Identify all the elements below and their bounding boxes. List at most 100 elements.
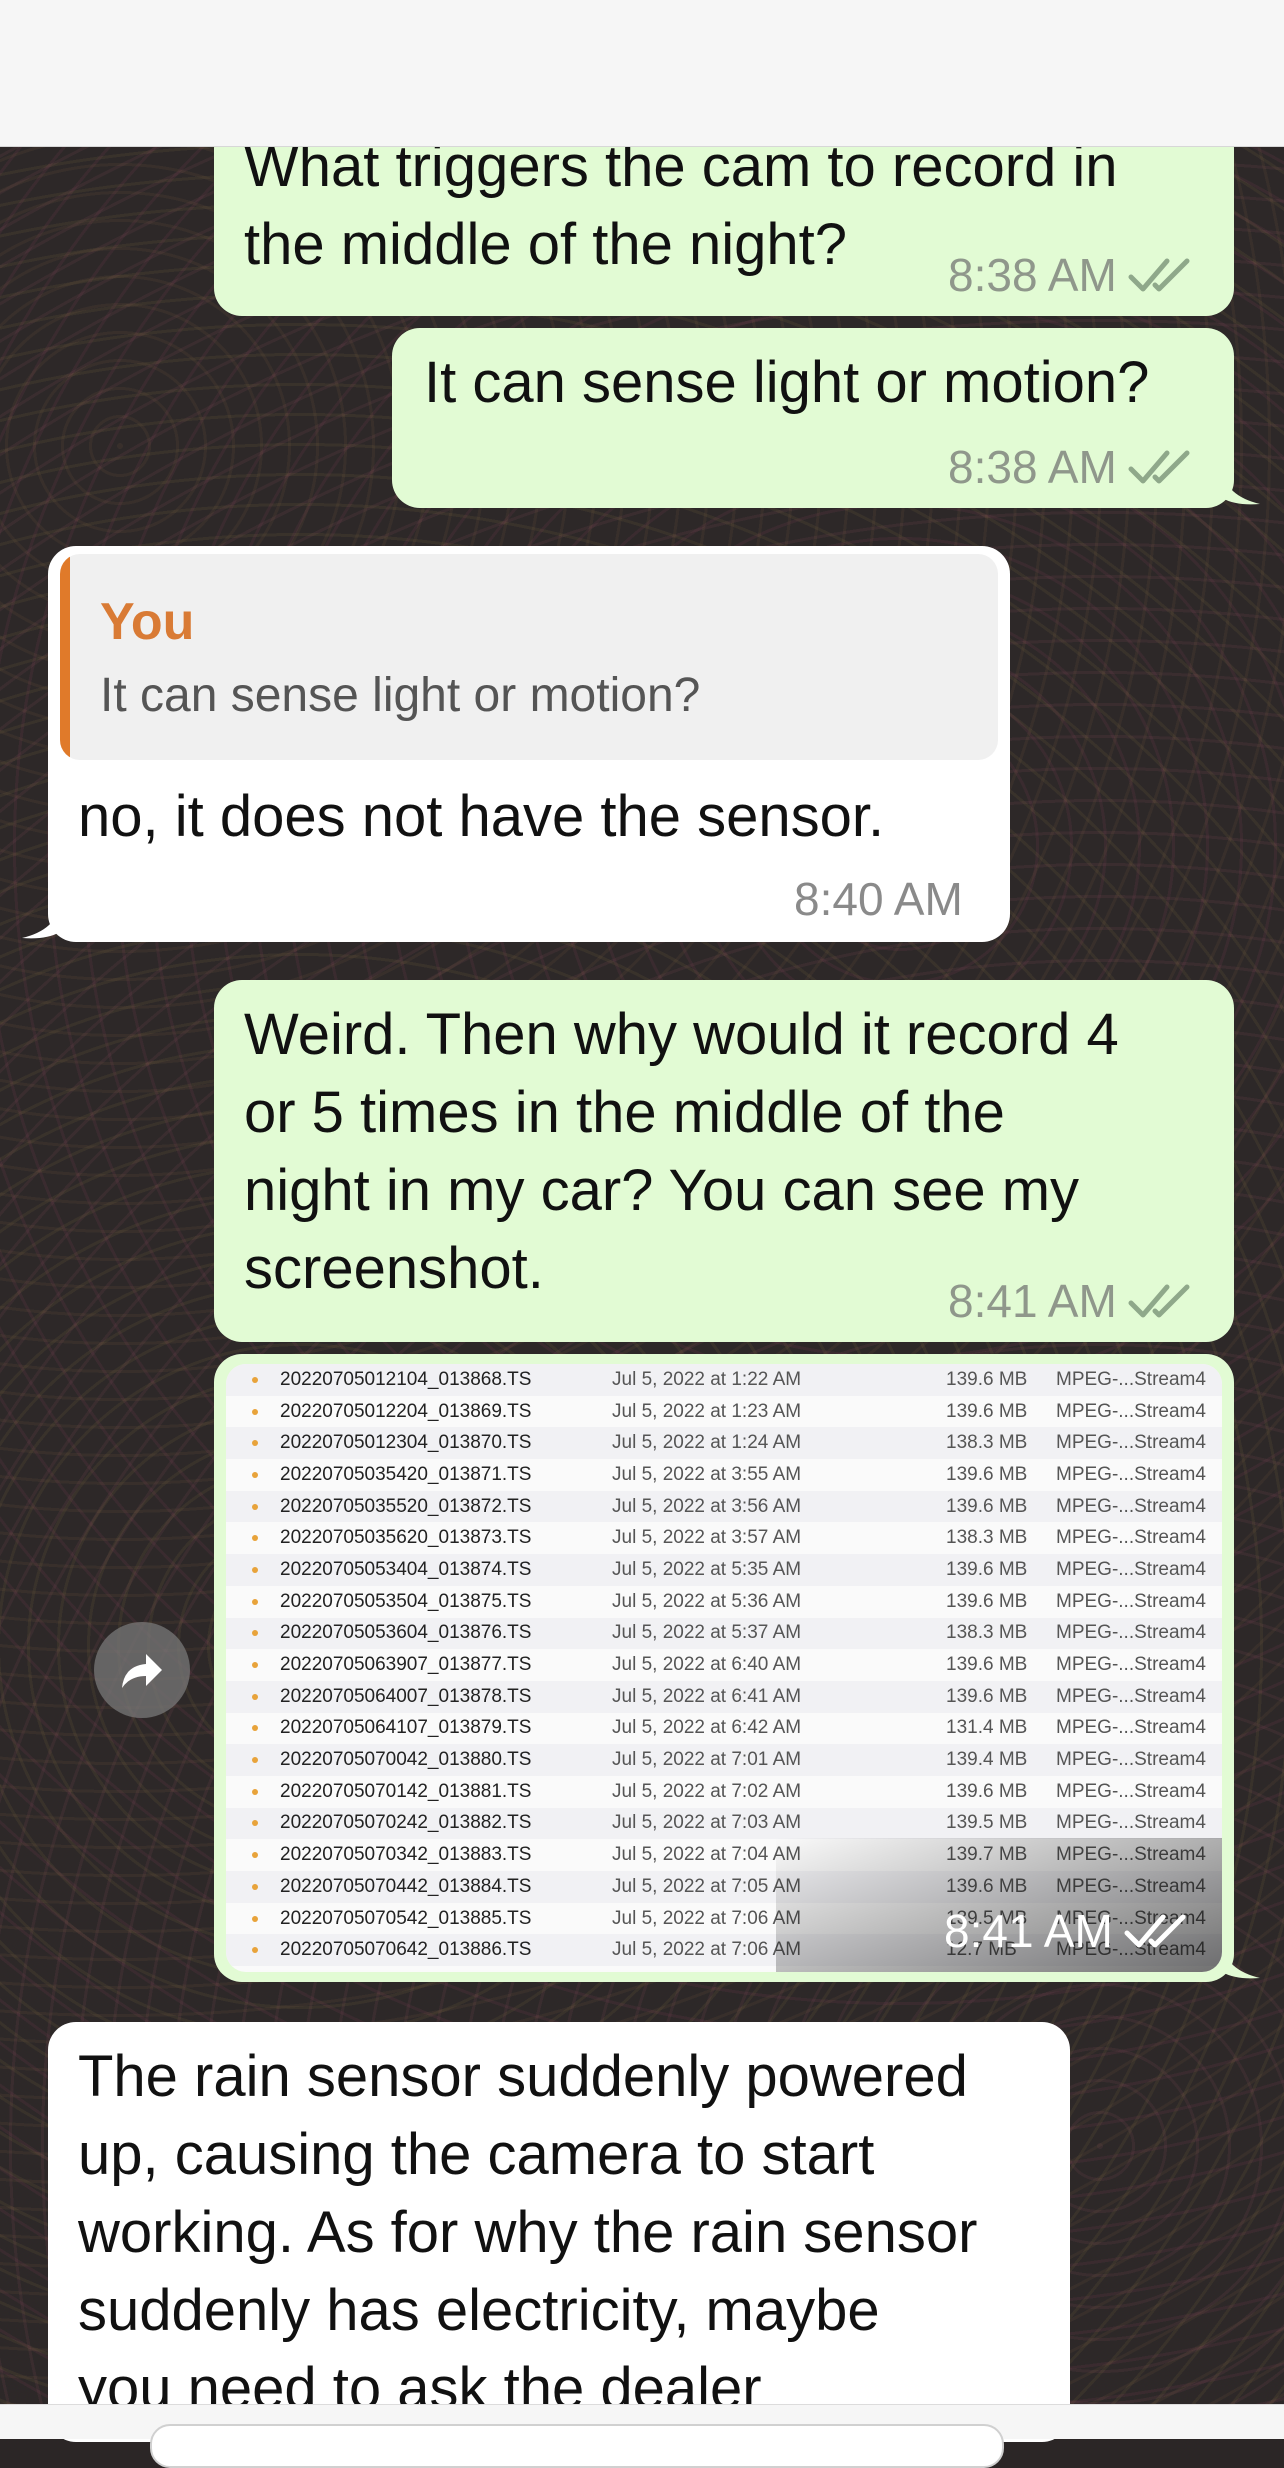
file-dot-icon <box>252 1757 258 1764</box>
file-name: 20220705070242_013882.TS <box>280 1812 532 1834</box>
file-kind: MPEG-...Stream4 <box>1056 1590 1206 1612</box>
file-size: 139.6 MB <box>946 1685 1028 1707</box>
message-text: What triggers the cam to record in <box>244 134 1118 199</box>
file-row: 20220705063907_013877.TS Jul 5, 2022 at 6… <box>226 1649 1222 1681</box>
bubble-tail <box>1222 470 1260 505</box>
file-size: 139.6 MB <box>946 1463 1028 1485</box>
message-meta: 8:38 AM <box>948 440 1197 494</box>
file-size: 138.3 MB <box>946 1527 1028 1549</box>
file-date: Jul 5, 2022 at 1:22 AM <box>612 1368 802 1390</box>
file-size: 139.4 MB <box>946 1749 1028 1771</box>
file-dot-icon <box>252 1630 258 1637</box>
message-text: suddenly has electricity, maybe <box>78 2278 880 2343</box>
file-kind: MPEG-...Stream4 <box>1056 1622 1206 1644</box>
file-dot-icon <box>252 1408 258 1415</box>
message-time: 8:41 AM <box>944 1905 1113 1957</box>
file-kind: MPEG-...Stream4 <box>1056 1749 1206 1771</box>
file-dot-icon <box>252 1662 258 1669</box>
message-meta: 8:40 AM <box>794 872 963 926</box>
file-name: 20220705012204_013869.TS <box>280 1400 532 1422</box>
file-kind: MPEG-...Stream4 <box>1056 1685 1206 1707</box>
file-date: Jul 5, 2022 at 1:24 AM <box>612 1432 802 1454</box>
message-input[interactable] <box>150 2424 1004 2468</box>
file-name: 20220705064007_013878.TS <box>280 1685 532 1707</box>
file-date: Jul 5, 2022 at 5:36 AM <box>612 1590 802 1612</box>
message-text: screenshot. <box>244 1236 544 1301</box>
file-date: Jul 5, 2022 at 3:56 AM <box>612 1495 802 1517</box>
message-text: no, it does not have the sensor. <box>78 784 885 849</box>
file-size: 139.5 MB <box>946 1812 1028 1834</box>
file-name: 20220705035420_013871.TS <box>280 1463 532 1485</box>
forward-button[interactable] <box>94 1622 190 1718</box>
file-date: Jul 5, 2022 at 3:55 AM <box>612 1463 802 1485</box>
file-name: 20220705070642_013886.TS <box>280 1939 532 1961</box>
file-name: 20220705053404_013874.TS <box>280 1558 532 1580</box>
message-text: the middle of the night? <box>244 212 847 277</box>
message-time: 8:38 AM <box>948 249 1117 301</box>
file-name: 20220705070142_013881.TS <box>280 1780 532 1802</box>
file-date: Jul 5, 2022 at 6:40 AM <box>612 1654 802 1676</box>
file-date: Jul 5, 2022 at 5:37 AM <box>612 1622 802 1644</box>
double-check-icon <box>1128 1284 1190 1318</box>
file-name: 20220705035620_013873.TS <box>280 1527 532 1549</box>
file-dot-icon <box>252 1566 258 1573</box>
file-name: 20220705064107_013879.TS <box>280 1717 532 1739</box>
file-row: 20220705053604_013876.TS Jul 5, 2022 at 5… <box>226 1617 1222 1650</box>
bubble-tail <box>22 904 60 939</box>
file-kind: MPEG-...Stream4 <box>1056 1463 1206 1485</box>
file-size: 139.6 MB <box>946 1654 1028 1676</box>
quoted-message[interactable]: You It can sense light or motion? <box>60 554 998 760</box>
file-name: 20220705053504_013875.TS <box>280 1590 532 1612</box>
message-time: 8:40 AM <box>794 873 963 925</box>
file-row: 20220705012304_013870.TS Jul 5, 2022 at 1… <box>226 1427 1222 1460</box>
file-dot-icon <box>252 1598 258 1605</box>
file-kind: MPEG-...Stream4 <box>1056 1527 1206 1549</box>
file-date: Jul 5, 2022 at 6:41 AM <box>612 1685 802 1707</box>
avatar[interactable]: FiTCAMX <box>208 26 312 130</box>
file-kind: MPEG-...Stream4 <box>1056 1780 1206 1802</box>
file-kind: MPEG-...Stream4 <box>1056 1368 1206 1390</box>
double-check-icon <box>1128 450 1190 484</box>
file-row: 20220705070042_013880.TS Jul 5, 2022 at 7… <box>226 1744 1222 1776</box>
file-dot-icon <box>252 1883 258 1890</box>
file-row: 20220705012204_013869.TS Jul 5, 2022 at 1… <box>226 1396 1222 1428</box>
file-size: 138.3 MB <box>946 1622 1028 1644</box>
file-dot-icon <box>252 1852 258 1859</box>
file-name: 20220705035520_013872.TS <box>280 1495 532 1517</box>
file-size: 138.3 MB <box>946 1432 1028 1454</box>
file-size: 139.6 MB <box>946 1368 1028 1390</box>
message-meta: 8:38 AM <box>948 248 1197 302</box>
file-size: 131.4 MB <box>946 1717 1028 1739</box>
file-date: Jul 5, 2022 at 1:23 AM <box>612 1400 802 1422</box>
file-row: 20220705064107_013879.TS Jul 5, 2022 at 6… <box>226 1713 1222 1745</box>
file-dot-icon <box>252 1535 258 1542</box>
file-date: Jul 5, 2022 at 3:57 AM <box>612 1527 802 1549</box>
file-dot-icon <box>252 1503 258 1510</box>
file-kind: MPEG-...Stream4 <box>1056 1400 1206 1422</box>
bubble-tail <box>1222 1944 1260 1979</box>
back-button[interactable]: 1 <box>36 38 156 114</box>
file-row: 20220705035420_013871.TS Jul 5, 2022 at 3… <box>226 1459 1222 1491</box>
contact-name[interactable]: +86 150 1476 7002 <box>338 30 753 85</box>
quote-author: You <box>100 593 195 651</box>
message-meta: 8:41 AM <box>948 1274 1197 1328</box>
unread-count: 1 <box>106 46 137 106</box>
call-button[interactable] <box>1136 36 1216 116</box>
file-row: 20220705053404_013874.TS Jul 5, 2022 at 5… <box>226 1554 1222 1586</box>
file-dot-icon <box>252 1915 258 1922</box>
double-check-icon <box>1124 1914 1186 1948</box>
file-dot-icon <box>252 1820 258 1827</box>
file-name: 20220705070042_013880.TS <box>280 1749 532 1771</box>
file-name: 20220705070442_013884.TS <box>280 1875 532 1897</box>
image-meta: 8:41 AM <box>944 1904 1193 1958</box>
file-date: Jul 5, 2022 at 6:42 AM <box>612 1717 802 1739</box>
file-date: Jul 5, 2022 at 5:35 AM <box>612 1558 802 1580</box>
file-size: 139.6 MB <box>946 1590 1028 1612</box>
message-time: 8:38 AM <box>948 441 1117 493</box>
file-dot-icon <box>252 1725 258 1732</box>
file-row: 20220705035520_013872.TS Jul 5, 2022 at 3… <box>226 1490 1222 1523</box>
message-text: night in my car? You can see my <box>244 1158 1080 1223</box>
quote-accent-bar <box>60 554 70 760</box>
message-text: The rain sensor suddenly powered <box>78 2044 968 2109</box>
file-dot-icon <box>252 1471 258 1478</box>
